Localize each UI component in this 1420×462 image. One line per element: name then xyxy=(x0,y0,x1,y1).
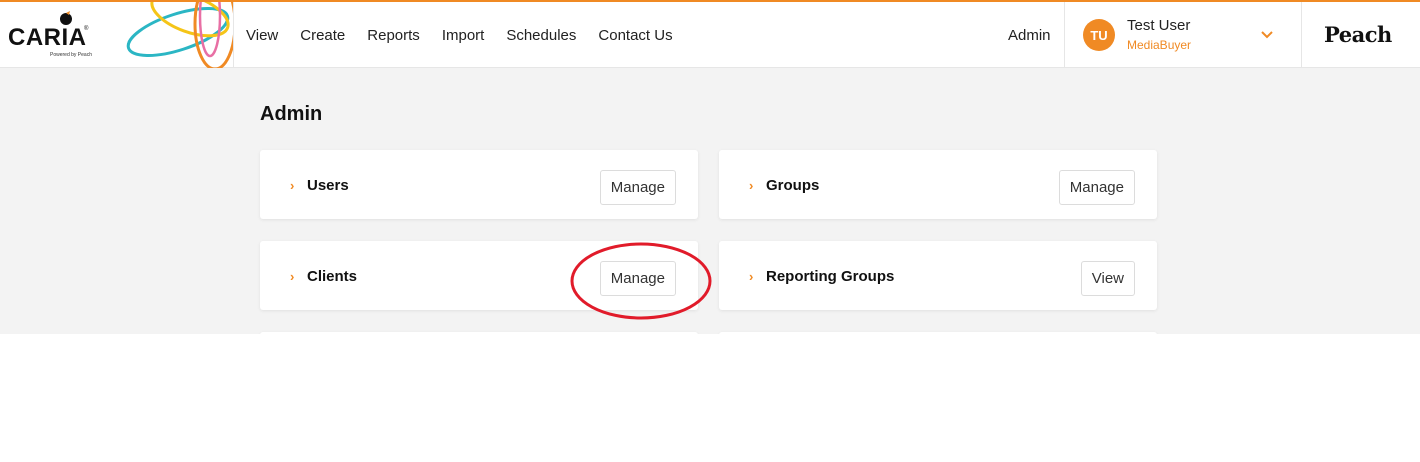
admin-card-users[interactable]: › Users Manage xyxy=(260,150,698,219)
peach-logo: Peach xyxy=(1324,22,1392,47)
admin-card-groups[interactable]: › Groups Manage xyxy=(719,150,1157,219)
admin-card-partial xyxy=(719,332,1157,334)
chevron-right-icon: › xyxy=(290,269,295,284)
chevron-down-icon[interactable] xyxy=(1260,28,1274,42)
main-content: Admin › Users Manage › Groups Manage › C… xyxy=(0,68,1420,334)
avatar: TU xyxy=(1083,19,1115,51)
admin-card-clients[interactable]: › Clients Manage xyxy=(260,241,698,310)
nav-reports[interactable]: Reports xyxy=(367,27,420,44)
registered-mark: ® xyxy=(84,26,89,32)
main-nav: View Create Reports Import Schedules Con… xyxy=(246,2,695,68)
decorative-swirl-icon xyxy=(126,2,233,68)
user-name: Test User xyxy=(1127,17,1191,34)
chevron-right-icon: › xyxy=(749,269,754,284)
card-label: Clients xyxy=(307,268,358,285)
user-menu[interactable]: TU Test User MediaBuyer xyxy=(1064,2,1302,68)
user-role: MediaBuyer xyxy=(1127,38,1192,52)
reporting-groups-view-button[interactable]: View xyxy=(1080,261,1135,296)
card-label: Users xyxy=(307,177,349,194)
users-manage-button[interactable]: Manage xyxy=(599,170,676,205)
groups-manage-button[interactable]: Manage xyxy=(1058,170,1135,205)
admin-card-partial xyxy=(260,332,698,334)
chevron-right-icon: › xyxy=(290,178,295,193)
clients-manage-button[interactable]: Manage xyxy=(599,261,676,296)
caria-logo[interactable]: CARIA ® Powered by Peach xyxy=(0,2,234,68)
card-label: Groups xyxy=(766,177,820,194)
admin-card-reporting-groups[interactable]: › Reporting Groups View xyxy=(719,241,1157,310)
logo-text: CARIA xyxy=(8,24,87,51)
nav-import[interactable]: Import xyxy=(442,27,485,44)
card-label: Reporting Groups xyxy=(766,268,895,285)
top-header: CARIA ® Powered by Peach View Create Rep… xyxy=(0,0,1420,68)
chevron-right-icon: › xyxy=(749,178,754,193)
admin-link[interactable]: Admin xyxy=(1008,27,1051,44)
nav-view[interactable]: View xyxy=(246,27,278,44)
nav-contact-us[interactable]: Contact Us xyxy=(598,27,672,44)
nav-create[interactable]: Create xyxy=(300,27,345,44)
logo-tagline: Powered by Peach xyxy=(50,52,92,58)
nav-schedules[interactable]: Schedules xyxy=(506,27,576,44)
page-title: Admin xyxy=(260,103,323,125)
